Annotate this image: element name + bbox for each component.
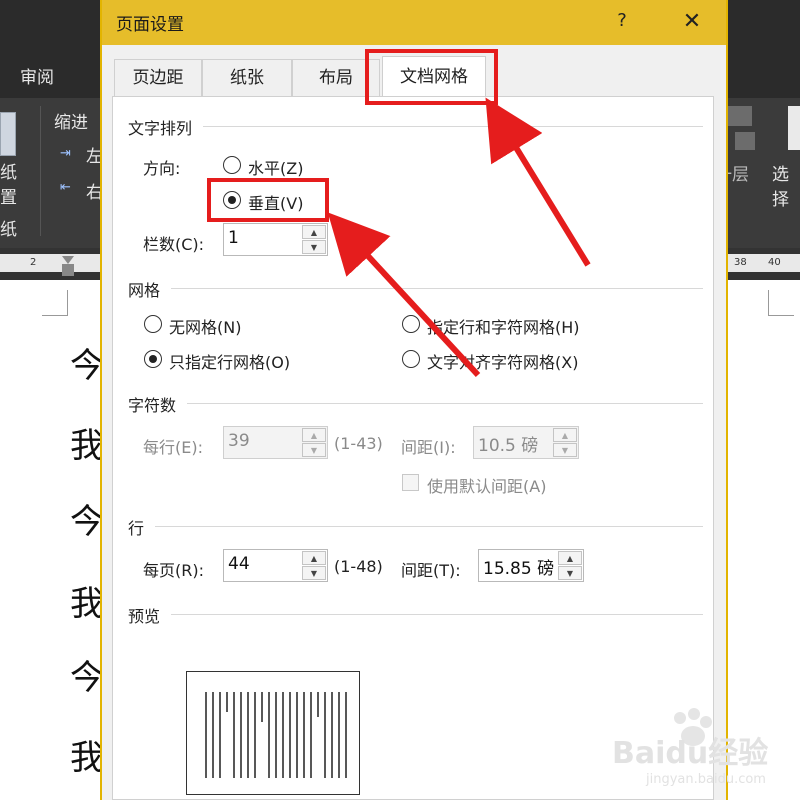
grid-line-only-label[interactable]: 只指定行网格(O) (169, 349, 290, 373)
ribbon-indent-label: 缩进 (54, 113, 88, 133)
ruler-tick-label: 40 (768, 257, 781, 268)
page-setup-icon[interactable] (0, 112, 16, 156)
chars-per-line-range: (1-43) (334, 434, 383, 453)
chars-spin-arrows: ▲ ▼ (302, 428, 326, 457)
indent-left-icon: ⇥ (60, 146, 71, 161)
section-text-direction: 文字排列 (128, 119, 193, 138)
columns-value[interactable]: 1 (228, 228, 239, 248)
section-preview: 预览 (128, 607, 161, 626)
ribbon-paper-label-1: 纸 (0, 163, 17, 183)
grid-none-label[interactable]: 无网格(N) (169, 314, 241, 338)
ribbon-divider (40, 106, 41, 236)
spin-down-icon[interactable]: ▼ (553, 443, 577, 457)
use-default-pitch-label[interactable]: 使用默认间距(A) (427, 473, 546, 497)
ribbon-paper-label-3: 纸 (0, 220, 17, 240)
use-default-pitch-checkbox[interactable] (402, 474, 419, 491)
baidu-watermark: Baidu经验 jingyan.baidu.com (590, 700, 790, 800)
document-text-char: 我 (70, 738, 104, 778)
char-pitch-label: 间距(I): (401, 438, 456, 457)
char-pitch-value[interactable]: 10.5 磅 (478, 431, 538, 456)
chars-per-line-stepper[interactable]: 39 ▲ ▼ (223, 426, 328, 459)
columns-label: 栏数(C): (143, 235, 205, 254)
grid-none-radio[interactable] (144, 315, 162, 333)
lines-per-page-stepper[interactable]: 44 ▲ ▼ (223, 549, 328, 582)
highlight-vertical-option (207, 178, 329, 222)
send-backward-icon[interactable] (728, 106, 752, 126)
section-divider (187, 403, 703, 404)
chars-per-line-label: 每行(E): (143, 438, 203, 457)
send-backward-icon-lower (735, 132, 755, 150)
selection-pane-icon[interactable] (788, 106, 800, 150)
direction-label: 方向: (143, 159, 181, 178)
columns-spin-arrows: ▲ ▼ (302, 225, 326, 254)
lines-per-page-label: 每页(R): (143, 561, 204, 580)
section-grid: 网格 (128, 281, 161, 300)
ribbon-tab-review[interactable]: 审阅 (20, 63, 54, 88)
preview-vertical-lines (205, 692, 347, 778)
ruler-tick-label: 2 (30, 257, 37, 268)
ruler-tick-label: 38 (734, 257, 747, 268)
document-text-char: 今 (70, 658, 104, 698)
section-divider (171, 614, 703, 615)
page-setup-dialog: 页面设置 ? ✕ 页边距 纸张 布局 文档网格 文字排列 方向: 水平(Z) 垂… (100, 0, 728, 800)
grid-align-char-radio[interactable] (402, 350, 420, 368)
spin-down-icon[interactable]: ▼ (302, 240, 326, 254)
ribbon-select-label[interactable]: 选择 (772, 160, 800, 210)
section-lines: 行 (128, 519, 145, 538)
grid-line-and-char-label[interactable]: 指定行和字符网格(H) (427, 314, 580, 338)
grid-line-only-radio[interactable] (144, 350, 162, 368)
help-button[interactable]: ? (607, 6, 637, 36)
spin-down-icon[interactable]: ▼ (558, 566, 582, 580)
grid-align-char-label[interactable]: 文字对齐字符网格(X) (427, 349, 578, 373)
line-pitch-stepper[interactable]: 15.85 磅 ▲ ▼ (478, 549, 584, 582)
spin-up-icon[interactable]: ▲ (302, 225, 326, 239)
ribbon-paper-label-2: 置 (0, 188, 17, 208)
grid-line-and-char-radio[interactable] (402, 315, 420, 333)
watermark-brand: Baidu经验 (612, 736, 769, 771)
dialog-titlebar[interactable]: 页面设置 ? ✕ (102, 0, 726, 45)
close-icon[interactable]: ✕ (672, 6, 712, 38)
line-pitch-value[interactable]: 15.85 磅 (483, 554, 554, 579)
line-pitch-label: 间距(T): (401, 561, 461, 580)
spin-up-icon[interactable]: ▲ (302, 428, 326, 442)
page-corner-mark-left (42, 290, 68, 316)
lines-per-page-value[interactable]: 44 (228, 554, 250, 574)
spin-up-icon[interactable]: ▲ (553, 428, 577, 442)
spin-up-icon[interactable]: ▲ (302, 551, 326, 565)
preview-thumbnail (186, 671, 360, 795)
section-divider (155, 526, 703, 527)
ruler-indent-marker[interactable] (62, 256, 74, 264)
line-pitch-spin-arrows: ▲ ▼ (558, 551, 582, 580)
tab-paper[interactable]: 纸张 (202, 59, 292, 96)
direction-horizontal-radio[interactable] (223, 156, 241, 174)
ruler-indent-marker-bottom[interactable] (62, 264, 74, 276)
section-characters: 字符数 (128, 396, 177, 415)
lines-spin-arrows: ▲ ▼ (302, 551, 326, 580)
document-text-char: 今 (70, 346, 104, 386)
tab-margins[interactable]: 页边距 (114, 59, 202, 96)
document-text-char: 我 (70, 584, 104, 624)
dialog-title: 页面设置 (116, 15, 184, 35)
section-divider (171, 288, 703, 289)
indent-right-icon: ⇤ (60, 180, 71, 195)
document-text-char: 今 (70, 502, 104, 542)
char-pitch-stepper[interactable]: 10.5 磅 ▲ ▼ (473, 426, 579, 459)
document-grid-panel: 文字排列 方向: 水平(Z) 垂直(V) 栏数(C): 1 ▲ ▼ 网格 无网格… (112, 96, 714, 800)
highlight-document-grid-tab (365, 49, 498, 105)
document-text-char: 我 (70, 426, 104, 466)
page-corner-mark-right (768, 290, 794, 316)
lines-per-page-range: (1-48) (334, 557, 383, 576)
columns-stepper[interactable]: 1 ▲ ▼ (223, 223, 328, 256)
direction-horizontal-label[interactable]: 水平(Z) (248, 155, 303, 179)
spin-up-icon[interactable]: ▲ (558, 551, 582, 565)
watermark-url: jingyan.baidu.com (646, 772, 766, 787)
chars-per-line-value[interactable]: 39 (228, 431, 250, 451)
spin-down-icon[interactable]: ▼ (302, 566, 326, 580)
spin-down-icon[interactable]: ▼ (302, 443, 326, 457)
section-divider (203, 126, 703, 127)
char-pitch-spin-arrows: ▲ ▼ (553, 428, 577, 457)
